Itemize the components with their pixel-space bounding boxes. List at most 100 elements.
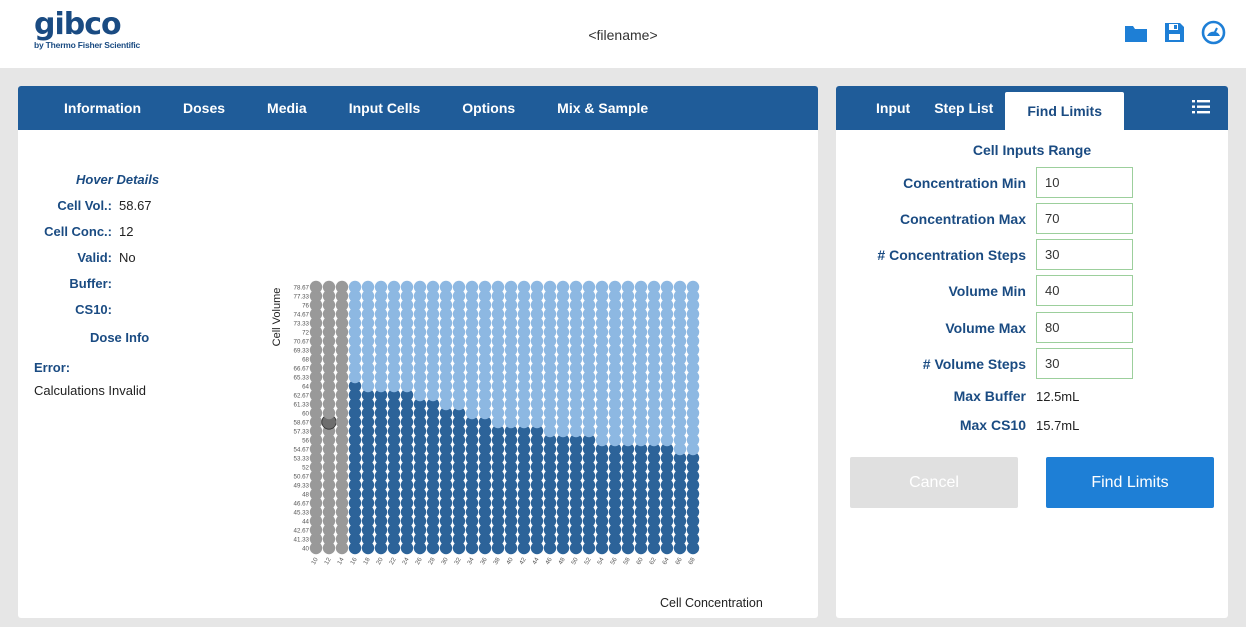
y-tick-label: 69.33 xyxy=(294,348,310,355)
data-point[interactable] xyxy=(569,280,583,294)
x-tick-label: 36 xyxy=(479,556,489,566)
cell-vol-label: Cell Vol.: xyxy=(57,198,112,213)
max-cs10-value: 15.7mL xyxy=(1036,417,1080,433)
vol-max-input[interactable] xyxy=(1036,312,1133,343)
x-tick-label: 38 xyxy=(492,556,502,566)
y-tick-label: 48 xyxy=(302,492,309,499)
data-point[interactable] xyxy=(673,280,687,294)
max-cs10-row: Max CS10 15.7mL xyxy=(836,417,1080,433)
data-point[interactable] xyxy=(556,280,570,294)
tab-doses[interactable]: Doses xyxy=(162,100,246,116)
max-cs10-label: Max CS10 xyxy=(959,417,1026,433)
cell-limits-chart[interactable]: Cell Volume 40 41.33 42.67 44 45.33 46.67 48 49.… xyxy=(238,174,788,584)
data-point[interactable] xyxy=(478,280,492,294)
data-point[interactable] xyxy=(517,280,531,294)
data-point[interactable] xyxy=(426,280,440,294)
x-tick-label: 66 xyxy=(674,556,684,566)
data-point[interactable] xyxy=(608,280,622,294)
side-tabbar: Input Step List Find Limits xyxy=(836,86,1228,130)
conc-steps-label: # Concentration Steps xyxy=(877,246,1026,263)
y-tick-label: 41.33 xyxy=(294,537,310,544)
buffer-row: Buffer: xyxy=(32,276,112,291)
data-point[interactable] xyxy=(400,280,414,294)
data-point[interactable] xyxy=(465,280,479,294)
data-point[interactable] xyxy=(413,280,427,294)
x-tick-label: 10 xyxy=(310,556,320,566)
cs10-label: CS10: xyxy=(75,302,112,317)
data-point[interactable] xyxy=(322,280,336,294)
conc-min-row: Concentration Min xyxy=(836,167,1133,198)
save-icon[interactable] xyxy=(1164,22,1185,43)
data-point[interactable] xyxy=(361,280,375,294)
data-point[interactable] xyxy=(660,280,674,294)
data-point[interactable] xyxy=(452,280,466,294)
find-limits-button[interactable]: Find Limits xyxy=(1046,457,1214,508)
valid-row: Valid: No xyxy=(32,250,136,265)
data-point[interactable] xyxy=(387,280,401,294)
cell-conc-label: Cell Conc.: xyxy=(44,224,112,239)
app-header: gibco by Thermo Fisher Scientific <filen… xyxy=(0,0,1246,68)
data-point[interactable] xyxy=(374,280,388,294)
x-tick-label: 30 xyxy=(440,556,450,566)
data-point[interactable] xyxy=(504,280,518,294)
x-tick-label: 14 xyxy=(336,556,346,566)
vol-min-label: Volume Min xyxy=(948,282,1026,299)
y-tick-label: 77.33 xyxy=(294,294,310,301)
cell-vol-value: 58.67 xyxy=(119,198,152,213)
tab-step-list[interactable]: Step List xyxy=(922,100,1005,116)
conc-max-row: Concentration Max xyxy=(836,203,1133,234)
y-tick-label: 76 xyxy=(302,303,309,310)
data-point[interactable] xyxy=(530,280,544,294)
tab-input-cells[interactable]: Input Cells xyxy=(328,100,442,116)
side-panel: Input Step List Find Limits Cell Inputs Ra… xyxy=(836,86,1228,618)
data-point[interactable] xyxy=(686,280,700,294)
data-point[interactable] xyxy=(348,280,362,294)
y-tick-label: 64 xyxy=(302,384,309,391)
y-tick-label: 52 xyxy=(302,465,309,472)
vol-max-label: Volume Max xyxy=(945,319,1026,336)
y-tick-label: 46.67 xyxy=(294,501,310,508)
tab-find-limits[interactable]: Find Limits xyxy=(1005,92,1125,130)
vol-steps-input[interactable] xyxy=(1036,348,1133,379)
data-point[interactable] xyxy=(439,280,453,294)
conc-steps-input[interactable] xyxy=(1036,239,1133,270)
conc-min-input[interactable] xyxy=(1036,167,1133,198)
data-point[interactable] xyxy=(634,280,648,294)
y-tick-label: 78.67 xyxy=(294,285,310,292)
data-point[interactable] xyxy=(491,280,505,294)
vol-min-input[interactable] xyxy=(1036,275,1133,306)
data-point[interactable] xyxy=(595,280,609,294)
x-tick-label: 16 xyxy=(349,556,359,566)
data-point[interactable] xyxy=(582,280,596,294)
x-tick-label: 44 xyxy=(531,556,541,566)
vol-steps-row: # Volume Steps xyxy=(836,348,1133,379)
cell-conc-row: Cell Conc.: 12 xyxy=(32,224,133,239)
tab-options[interactable]: Options xyxy=(441,100,536,116)
list-menu-icon[interactable] xyxy=(1192,99,1210,120)
x-tick-label: 42 xyxy=(518,556,528,566)
tab-mix-sample[interactable]: Mix & Sample xyxy=(536,100,669,116)
buffer-label: Buffer: xyxy=(69,276,112,291)
y-tick-label: 73.33 xyxy=(294,321,310,328)
y-tick-label: 56 xyxy=(302,438,309,445)
conc-max-input[interactable] xyxy=(1036,203,1133,234)
valid-value: No xyxy=(119,250,136,265)
cell-inputs-range-title: Cell Inputs Range xyxy=(972,142,1092,158)
data-point[interactable] xyxy=(647,280,661,294)
x-tick-label: 50 xyxy=(570,556,580,566)
cancel-button[interactable]: Cancel xyxy=(850,457,1018,508)
data-point[interactable] xyxy=(621,280,635,294)
data-point[interactable] xyxy=(309,280,323,294)
data-point[interactable] xyxy=(543,280,557,294)
x-tick-label: 24 xyxy=(401,556,411,566)
dashboard-icon[interactable] xyxy=(1201,20,1226,45)
x-tick-label: 62 xyxy=(648,556,658,566)
tab-media[interactable]: Media xyxy=(246,100,328,116)
cs10-row: CS10: xyxy=(32,302,112,317)
tab-input[interactable]: Input xyxy=(864,100,922,116)
conc-max-label: Concentration Max xyxy=(899,210,1026,227)
folder-icon[interactable] xyxy=(1124,23,1148,43)
data-point[interactable] xyxy=(335,280,349,294)
tab-information[interactable]: Information xyxy=(43,100,162,116)
x-tick-label: 60 xyxy=(635,556,645,566)
